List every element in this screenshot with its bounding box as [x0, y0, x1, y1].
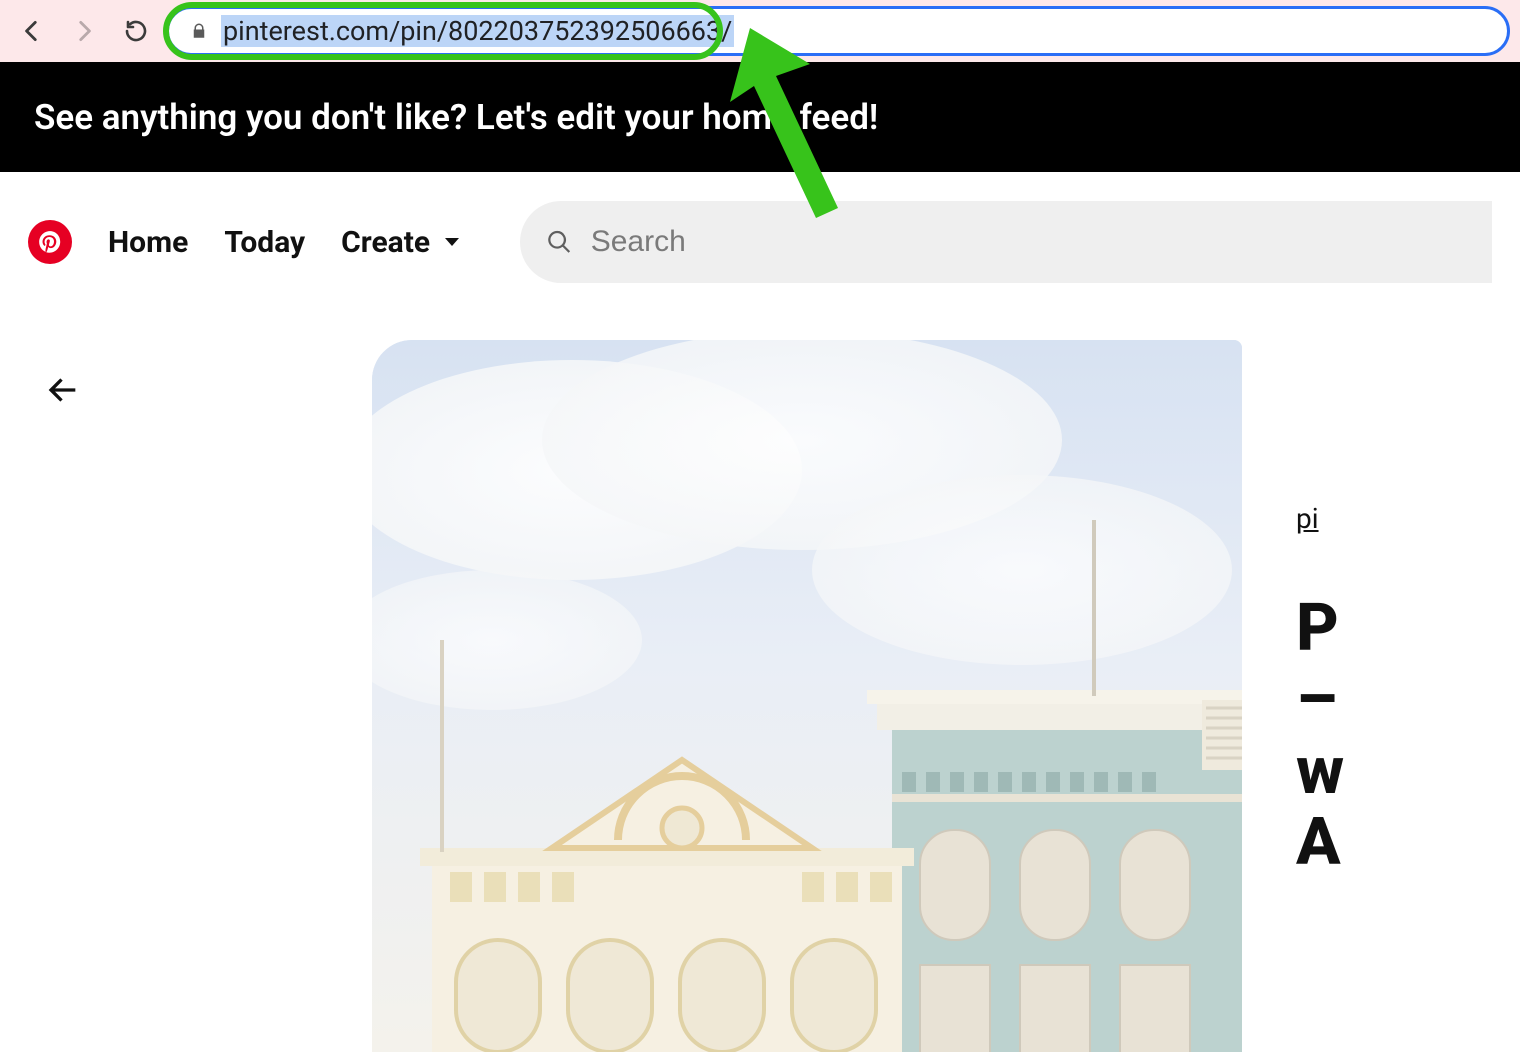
- browser-reload-button[interactable]: [114, 9, 158, 53]
- browser-back-button[interactable]: [10, 9, 54, 53]
- lock-icon[interactable]: [185, 17, 213, 45]
- browser-forward-button[interactable]: [62, 9, 106, 53]
- address-bar[interactable]: pinterest.com/pin/802203752392506663/: [166, 6, 1510, 56]
- nav-create[interactable]: Create: [341, 225, 464, 260]
- search-input[interactable]: [591, 225, 1466, 259]
- banner-text: See anything you don't like? Let's edit …: [34, 97, 878, 138]
- browser-toolbar: pinterest.com/pin/802203752392506663/: [0, 0, 1520, 62]
- pinterest-header: Home Today Create: [0, 172, 1520, 312]
- pinterest-logo[interactable]: [28, 220, 72, 264]
- search-bar[interactable]: [520, 201, 1492, 283]
- nav-create-label: Create: [341, 225, 430, 260]
- pin-side-panel: pi P – w A: [1296, 502, 1516, 878]
- address-url[interactable]: pinterest.com/pin/802203752392506663/: [221, 15, 734, 47]
- search-icon: [546, 228, 573, 256]
- pin-title: P – w A: [1296, 593, 1516, 878]
- pin-source-link[interactable]: pi: [1296, 502, 1516, 535]
- nav-today[interactable]: Today: [224, 225, 305, 260]
- nav-home[interactable]: Home: [108, 225, 188, 260]
- pin-content-area: pi P – w A: [0, 312, 1520, 1052]
- pin-image[interactable]: [372, 340, 1242, 1052]
- feed-edit-banner[interactable]: See anything you don't like? Let's edit …: [0, 62, 1520, 172]
- chevron-down-icon: [440, 230, 464, 254]
- pin-back-button[interactable]: [38, 366, 86, 414]
